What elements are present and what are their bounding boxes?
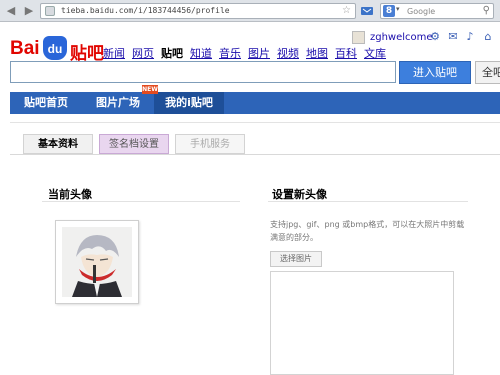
browser-toolbar: ◀ ▶ tieba.baidu.com/i/183744456/profile … xyxy=(0,0,500,22)
address-bar[interactable]: tieba.baidu.com/i/183744456/profile ☆ xyxy=(40,3,356,19)
new-avatar-divider xyxy=(268,201,468,202)
url-text: tieba.baidu.com/i/183744456/profile xyxy=(61,6,230,15)
back-icon[interactable]: ◀ xyxy=(4,4,18,18)
search-engine-icon[interactable]: 8 xyxy=(383,5,395,17)
current-avatar-frame xyxy=(55,220,139,304)
upload-hint-text: 支持jpg、gif、png 或bmp格式，可以在大照片中剪载满意的部分。 xyxy=(270,220,465,242)
nav-music[interactable]: 音乐 xyxy=(219,47,241,60)
forward-icon[interactable]: ▶ xyxy=(22,4,36,18)
gear-icon[interactable]: ⚙ xyxy=(429,31,441,43)
engine-dropdown-icon[interactable]: ▾ xyxy=(396,5,400,13)
nav-video[interactable]: 视频 xyxy=(277,47,299,60)
avatar-crop-area xyxy=(270,271,454,375)
enter-tieba-button[interactable]: 进入贴吧 xyxy=(399,61,471,84)
nav-zhidao[interactable]: 知道 xyxy=(190,47,212,60)
tab-signature-settings[interactable]: 签名档设置 xyxy=(99,134,169,154)
product-nav: 新闻 网页 贴吧 知道 音乐 图片 视频 地图 百科 文库 xyxy=(103,45,393,61)
current-avatar-title: 当前头像 xyxy=(48,188,92,201)
browser-search-input[interactable]: Google xyxy=(407,7,435,16)
feed-icon[interactable] xyxy=(360,4,374,18)
tab-basic-info[interactable]: 基本资料 xyxy=(23,134,93,154)
new-avatar-title: 设置新头像 xyxy=(272,188,327,201)
search-icon[interactable]: ⚲ xyxy=(483,5,490,16)
current-avatar-image xyxy=(62,227,132,297)
new-badge: NEW xyxy=(142,85,158,94)
logo-text-bai: Bai xyxy=(10,38,40,59)
nav-baike[interactable]: 百科 xyxy=(335,47,357,60)
bell-icon[interactable]: ♪ xyxy=(464,31,476,43)
home-icon[interactable]: ⌂ xyxy=(482,31,494,43)
nav-web[interactable]: 网页 xyxy=(132,47,154,60)
user-avatar[interactable] xyxy=(352,31,365,44)
nav-images[interactable]: 图片 xyxy=(248,47,270,60)
logo-paw: du xyxy=(43,36,67,60)
all-tieba-button[interactable]: 全吧 xyxy=(475,61,500,84)
tab-image-square[interactable]: 图片广场 xyxy=(82,92,154,114)
choose-image-button[interactable]: 选择图片 xyxy=(270,251,322,267)
bookmark-star-icon[interactable]: ☆ xyxy=(342,5,351,16)
main-nav-bar: 贴吧首页 图片广场 我的i贴吧 NEW xyxy=(10,85,500,114)
message-icon[interactable]: ✉ xyxy=(447,31,459,43)
nav-map[interactable]: 地图 xyxy=(306,47,328,60)
site-identity-icon[interactable] xyxy=(45,6,55,16)
current-avatar-divider xyxy=(42,201,240,202)
tab-mobile-service[interactable]: 手机服务 xyxy=(175,134,245,154)
nav-wenku[interactable]: 文库 xyxy=(364,47,386,60)
tab-tieba-home[interactable]: 贴吧首页 xyxy=(10,92,82,114)
nav-tieba: 贴吧 xyxy=(161,47,183,60)
nav-news[interactable]: 新闻 xyxy=(103,47,125,60)
tab-my-itieba[interactable]: 我的i贴吧 xyxy=(154,92,224,114)
browser-search-box[interactable]: 8 ▾ Google ⚲ xyxy=(380,3,494,19)
tieba-search-input[interactable] xyxy=(10,61,396,83)
username-link[interactable]: zghwelcome xyxy=(370,32,433,43)
subtab-divider xyxy=(10,154,500,155)
